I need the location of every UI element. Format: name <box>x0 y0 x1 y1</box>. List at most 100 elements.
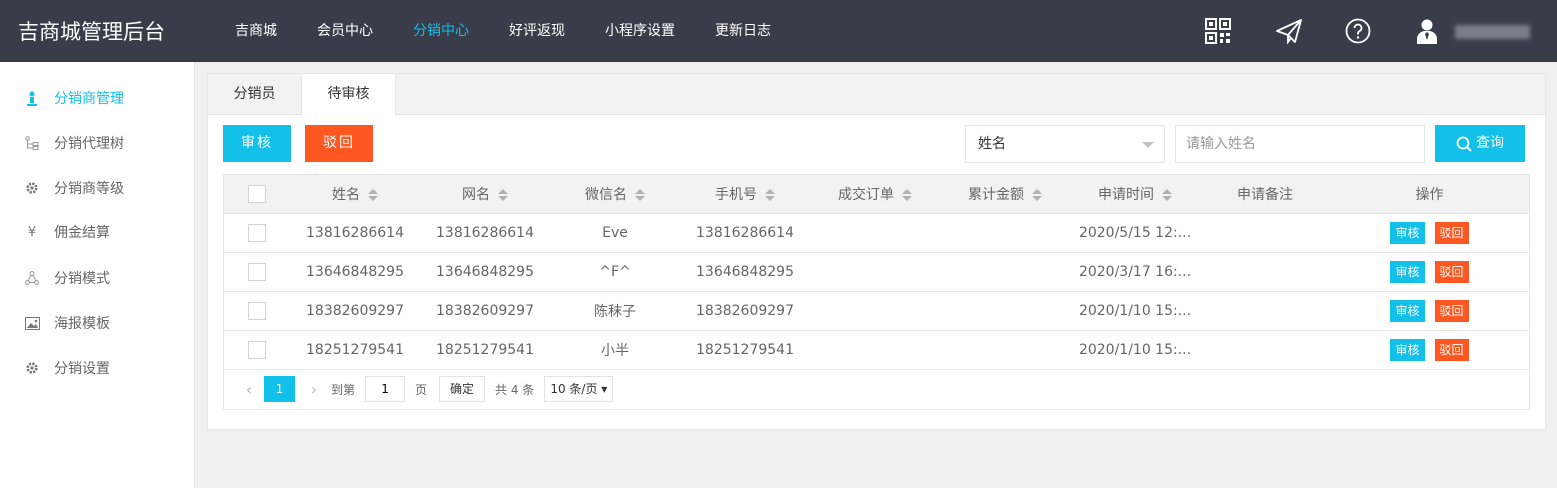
cell-nick: 13816286614 <box>420 213 550 253</box>
row-checkbox[interactable] <box>248 262 266 281</box>
top-navbar: 吉商城管理后台 吉商城 会员中心 分销中心 好评返现 小程序设置 更新日志 <box>0 0 1557 62</box>
caret-down-icon <box>1142 142 1154 148</box>
reject-button[interactable]: 驳回 <box>305 125 373 162</box>
sidebar-item-distributor-manage[interactable]: 分销商管理 <box>0 76 195 120</box>
goto-page-input[interactable] <box>365 376 406 403</box>
sort-icon[interactable] <box>1032 188 1042 201</box>
cell-time: 2020/5/15 12:... <box>1070 213 1200 253</box>
sidebar-item-distribution-settings[interactable]: 分销设置 <box>0 346 195 390</box>
column-header-amount[interactable]: 累计金额 <box>940 175 1070 214</box>
table-row: 18382609297 18382609297 陈秣子 18382609297 … <box>224 291 1529 331</box>
cell-phone: 13816286614 <box>680 213 810 253</box>
nav-item-members[interactable]: 会员中心 <box>297 0 393 62</box>
sort-icon[interactable] <box>498 188 508 201</box>
sidebar-item-label: 分销模式 <box>54 271 110 287</box>
column-header-orders[interactable]: 成交订单 <box>810 175 940 214</box>
sort-icon[interactable] <box>1162 188 1172 201</box>
column-header-time[interactable]: 申请时间 <box>1070 175 1200 214</box>
row-reject-button[interactable]: 驳回 <box>1434 338 1469 361</box>
sidebar-item-label: 海报模板 <box>54 316 110 332</box>
cell-amount <box>940 252 1070 292</box>
column-header-nick[interactable]: 网名 <box>420 175 550 214</box>
nav-item-shop[interactable]: 吉商城 <box>215 0 297 62</box>
audit-button[interactable]: 审核 <box>223 125 291 162</box>
content-panel: 分销员 待审核 审核 驳回 姓名 查询 姓名 网名 微信名 手机号 成交订单 <box>207 73 1546 430</box>
caret-down-icon: ▾ <box>601 382 608 397</box>
row-reject-button[interactable]: 驳回 <box>1434 260 1469 283</box>
row-audit-button[interactable]: 审核 <box>1390 299 1425 322</box>
cell-time: 2020/1/10 15:... <box>1070 330 1200 370</box>
help-icon[interactable] <box>1345 18 1371 44</box>
tree-icon <box>24 135 40 151</box>
sort-icon[interactable] <box>368 188 378 201</box>
nav-item-cashback[interactable]: 好评返现 <box>489 0 585 62</box>
person-icon <box>24 90 40 106</box>
cell-note <box>1200 213 1330 253</box>
table-row: 18251279541 18251279541 小半 18251279541 2… <box>224 330 1529 370</box>
sidebar-item-poster-template[interactable]: 海报模板 <box>0 301 195 345</box>
page-unit-label: 页 <box>415 382 428 397</box>
filter-select-value: 姓名 <box>978 136 1006 152</box>
sidebar-item-distribution-mode[interactable]: 分销模式 <box>0 256 195 300</box>
row-audit-button[interactable]: 审核 <box>1390 260 1425 283</box>
cell-wechat: 小半 <box>550 330 680 370</box>
total-count: 共 4 条 <box>495 382 535 397</box>
send-icon[interactable] <box>1275 18 1302 45</box>
search-input[interactable] <box>1175 125 1425 163</box>
goto-label: 到第 <box>331 382 356 397</box>
prev-page-icon[interactable]: ‹ <box>238 380 260 399</box>
qrcode-icon[interactable] <box>1205 18 1231 44</box>
cell-phone: 13646848295 <box>680 252 810 292</box>
nav-item-distribution[interactable]: 分销中心 <box>393 0 489 62</box>
row-reject-button[interactable]: 驳回 <box>1434 299 1469 322</box>
sidebar-item-distributor-level[interactable]: 分销商等级 <box>0 166 195 210</box>
row-checkbox[interactable] <box>248 340 266 359</box>
sort-icon[interactable] <box>902 188 912 201</box>
current-page[interactable]: 1 <box>264 376 295 403</box>
column-header-wechat[interactable]: 微信名 <box>550 175 680 214</box>
cell-wechat: Eve <box>550 213 680 253</box>
pending-table: 姓名 网名 微信名 手机号 成交订单 累计金额 申请时间 申请备注 操作 138… <box>223 174 1530 410</box>
next-page-icon[interactable]: › <box>303 380 325 399</box>
app-title: 吉商城管理后台 <box>18 20 165 44</box>
row-audit-button[interactable]: 审核 <box>1390 221 1425 244</box>
nav-item-changelog[interactable]: 更新日志 <box>695 0 791 62</box>
cell-time: 2020/1/10 15:... <box>1070 291 1200 331</box>
cell-orders <box>810 330 940 370</box>
cell-amount <box>940 291 1070 331</box>
cell-phone: 18251279541 <box>680 330 810 370</box>
cell-wechat: ^F^ <box>550 252 680 292</box>
goto-confirm-button[interactable]: 确定 <box>439 376 486 403</box>
network-icon <box>24 270 40 286</box>
pagination-row: ‹ 1 › 到第 页 确定 共 4 条 10 条/页 ▾ <box>224 369 1529 409</box>
row-checkbox[interactable] <box>248 301 266 320</box>
table-header-row: 姓名 网名 微信名 手机号 成交订单 累计金额 申请时间 申请备注 操作 <box>224 175 1529 214</box>
row-checkbox[interactable] <box>248 223 266 242</box>
search-icon <box>1456 136 1472 152</box>
page-size-select[interactable]: 10 条/页 ▾ <box>544 376 614 403</box>
row-reject-button[interactable]: 驳回 <box>1434 221 1469 244</box>
column-header-phone[interactable]: 手机号 <box>680 175 810 214</box>
sidebar-item-agent-tree[interactable]: 分销代理树 <box>0 121 195 165</box>
column-header-note: 申请备注 <box>1200 175 1330 214</box>
select-all-checkbox[interactable] <box>248 184 266 203</box>
column-header-name[interactable]: 姓名 <box>290 175 420 214</box>
cell-nick: 13646848295 <box>420 252 550 292</box>
tab-distributors[interactable]: 分销员 <box>208 74 301 115</box>
tab-pending-review[interactable]: 待审核 <box>301 74 396 116</box>
tab-bar: 分销员 待审核 <box>208 74 1545 116</box>
sidebar-item-label: 分销设置 <box>54 361 110 377</box>
cell-nick: 18251279541 <box>420 330 550 370</box>
table-row: 13646848295 13646848295 ^F^ 13646848295 … <box>224 252 1529 292</box>
user-icon[interactable] <box>1416 18 1442 44</box>
yen-icon: ¥ <box>27 224 37 240</box>
sidebar-item-commission[interactable]: ¥ 佣金结算 <box>0 210 195 254</box>
sort-icon[interactable] <box>765 188 775 201</box>
nav-item-miniprogram[interactable]: 小程序设置 <box>585 0 695 62</box>
search-button[interactable]: 查询 <box>1435 125 1525 162</box>
pagination: ‹ 1 › 到第 页 确定 共 4 条 10 条/页 ▾ <box>224 376 1529 403</box>
cell-time: 2020/3/17 16:... <box>1070 252 1200 292</box>
sort-icon[interactable] <box>635 188 645 201</box>
filter-select[interactable]: 姓名 <box>965 125 1165 163</box>
row-audit-button[interactable]: 审核 <box>1390 338 1425 361</box>
